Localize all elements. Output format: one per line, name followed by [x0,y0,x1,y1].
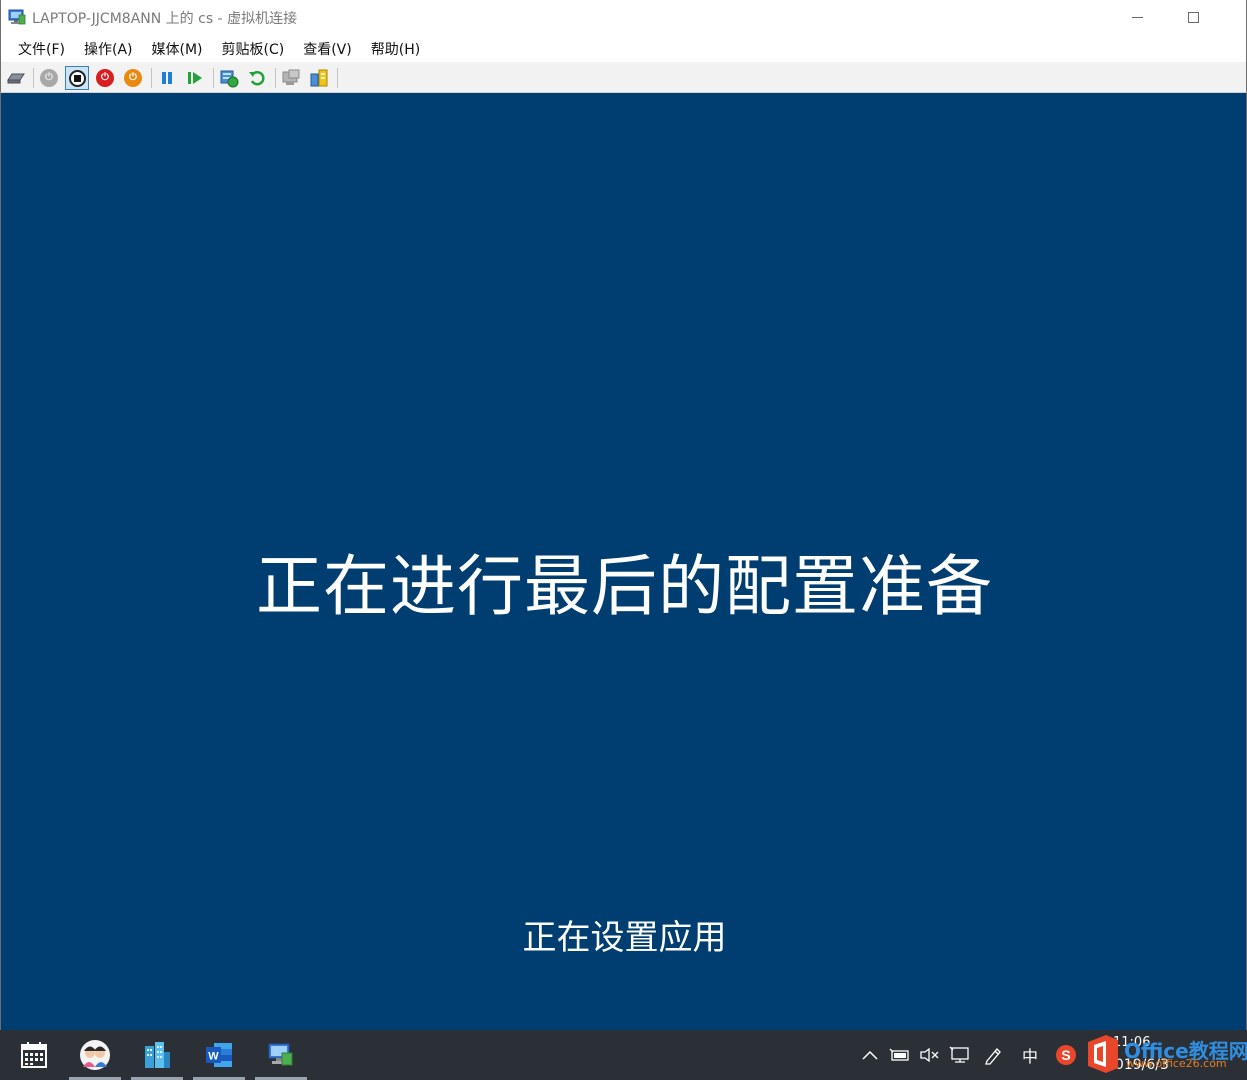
start-icon: ⏻ [40,69,58,87]
pause-icon [162,72,172,84]
ctrl-alt-del-button[interactable] [4,66,28,90]
vm-display[interactable]: 正在进行最后的配置准备 正在设置应用 [0,93,1247,1030]
pause-button[interactable] [155,66,179,90]
save-state-button[interactable]: ⏻ [121,66,145,90]
menu-view[interactable]: 查看(V) [294,34,362,62]
taskbar: W 中 S 11:06 2019/6/3 [0,1030,1247,1080]
toolbar-separator [213,68,214,88]
turn-off-icon [68,69,86,87]
maximize-icon [1187,11,1199,23]
tray-overflow-button[interactable] [858,1030,882,1080]
tray-sogou[interactable]: S [1052,1030,1080,1080]
toolbar: ⏻ ⏻ ⏻ [0,62,1247,93]
setup-main-message: 正在进行最后的配置准备 [256,548,993,625]
window-title: LAPTOP-JJCM8ANN 上的 cs - 虚拟机连接 [32,11,298,27]
taskbar-word[interactable]: W [193,1030,245,1080]
resume-button[interactable] [183,66,207,90]
toolbar-separator [275,68,276,88]
tray-volume[interactable] [916,1030,944,1080]
start-button[interactable]: ⏻ [37,66,61,90]
menu-clipboard[interactable]: 剪贴板(C) [213,34,295,62]
maximize-button[interactable] [1165,0,1221,34]
volume-muted-icon [920,1047,939,1063]
menu-help[interactable]: 帮助(H) [362,34,430,62]
turn-off-button[interactable] [65,66,89,90]
menu-media[interactable]: 媒体(M) [143,34,213,62]
buildings-app-icon [145,1042,170,1068]
calendar-icon [21,1042,47,1068]
network-icon [949,1046,969,1063]
toolbar-separator [33,68,34,88]
tray-battery[interactable] [886,1030,914,1080]
menu-action[interactable]: 操作(A) [75,34,143,62]
minimize-button[interactable] [1109,0,1165,34]
tray-input-method[interactable]: 中 [1016,1030,1044,1080]
checkpoint-icon [220,70,239,88]
word-icon: W [206,1043,232,1067]
menu-file[interactable]: 文件(F) [9,34,75,62]
vm-connect-icon [8,9,26,25]
taskbar-buildings-app[interactable] [131,1030,183,1080]
toolbar-separator [151,68,152,88]
taskbar-calendar[interactable] [8,1030,60,1080]
battery-icon [889,1048,909,1061]
avatar-app-icon [80,1040,110,1070]
office-logo-icon [1088,1035,1118,1073]
enhanced-session-icon [282,69,300,85]
pen-icon [985,1048,1001,1065]
revert-icon [249,70,265,86]
hyperv-icon [268,1043,293,1066]
minimize-icon [1131,16,1143,18]
chevron-up-icon [862,1050,878,1060]
window-titlebar: LAPTOP-JJCM8ANN 上的 cs - 虚拟机连接 [0,0,1247,34]
menu-bar: 文件(F) 操作(A) 媒体(M) 剪贴板(C) 查看(V) 帮助(H) [0,34,1247,62]
watermark-url: www.office26.com [1126,1057,1227,1070]
sogou-icon: S [1056,1045,1076,1065]
resume-icon [188,72,202,84]
shutdown-button[interactable]: ⏻ [93,66,117,90]
taskbar-avatar-app[interactable] [69,1030,121,1080]
svg-text:S: S [1061,1047,1070,1063]
checkpoint-button[interactable] [217,66,241,90]
share-icon [310,69,328,87]
tray-network[interactable] [946,1030,974,1080]
svg-text:W: W [208,1051,219,1063]
tray-pen[interactable] [980,1030,1008,1080]
save-state-icon: ⏻ [124,69,142,87]
taskbar-hyperv[interactable] [255,1030,307,1080]
setup-sub-message: 正在设置应用 [522,918,727,958]
ctrl-alt-del-icon [7,73,25,84]
revert-button[interactable] [245,66,269,90]
shutdown-icon: ⏻ [96,69,114,87]
toolbar-separator [337,68,338,88]
enhanced-session-button[interactable] [279,66,303,90]
share-button[interactable] [307,66,331,90]
